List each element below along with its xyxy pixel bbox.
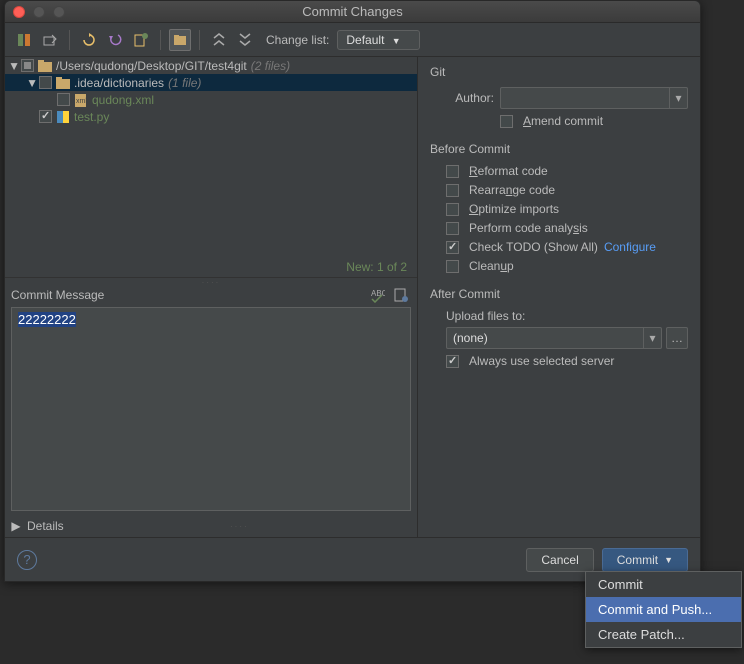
commit-dropdown: Commit Commit and Push... Create Patch..… bbox=[585, 571, 742, 648]
commit-label: Commit bbox=[617, 553, 658, 567]
tree-dir-path: .idea/dictionaries bbox=[74, 76, 164, 90]
dropdown-commit[interactable]: Commit bbox=[586, 572, 741, 597]
upload-label: Upload files to: bbox=[446, 309, 525, 323]
checkbox[interactable] bbox=[39, 76, 52, 89]
rearrange-checkbox[interactable] bbox=[446, 184, 459, 197]
always-server-checkbox[interactable] bbox=[446, 355, 459, 368]
upload-server-combo[interactable]: (none) ▾ bbox=[446, 327, 662, 349]
chevron-down-icon[interactable]: ▾ bbox=[643, 328, 661, 348]
expand-all-icon[interactable] bbox=[208, 29, 230, 51]
analysis-label: Perform code analysis bbox=[469, 221, 588, 235]
amend-label: Amend commit bbox=[523, 114, 603, 128]
new-files-status: New: 1 of 2 bbox=[5, 257, 417, 277]
file-tree[interactable]: ▼ /Users/qudong/Desktop/GIT/test4git (2 … bbox=[5, 57, 417, 257]
cancel-button[interactable]: Cancel bbox=[526, 548, 593, 572]
details-label[interactable]: Details bbox=[27, 519, 64, 533]
folder-icon bbox=[38, 59, 52, 73]
titlebar: Commit Changes bbox=[5, 1, 700, 23]
caret-down-icon: ▼ bbox=[664, 555, 673, 565]
tree-file-name: qudong.xml bbox=[92, 93, 154, 107]
reformat-label: Reformat code bbox=[469, 164, 548, 178]
tree-dir-row[interactable]: ▼ .idea/dictionaries (1 file) bbox=[5, 74, 417, 91]
chevron-down-icon[interactable]: ▾ bbox=[669, 88, 687, 108]
always-server-label: Always use selected server bbox=[469, 354, 614, 368]
author-combo[interactable]: ▾ bbox=[500, 87, 688, 109]
amend-checkbox[interactable] bbox=[500, 115, 513, 128]
cleanup-checkbox[interactable] bbox=[446, 260, 459, 273]
commit-button[interactable]: Commit ▼ bbox=[602, 548, 688, 572]
cancel-label: Cancel bbox=[541, 553, 578, 567]
show-diff-icon[interactable] bbox=[13, 29, 35, 51]
author-label: Author: bbox=[446, 91, 494, 105]
tree-file-name: test.py bbox=[74, 110, 109, 124]
python-file-icon bbox=[56, 110, 70, 124]
new-changelist-icon[interactable] bbox=[130, 29, 152, 51]
window-title: Commit Changes bbox=[5, 4, 700, 19]
grip-icon: ···· bbox=[68, 522, 411, 531]
xml-file-icon: xml bbox=[74, 93, 88, 107]
before-commit-section-title: Before Commit bbox=[430, 142, 688, 156]
svg-text:xml: xml bbox=[76, 98, 87, 105]
configure-link[interactable]: Configure bbox=[604, 240, 656, 254]
commit-message-text: 22222222 bbox=[18, 312, 76, 327]
group-by-directory-icon[interactable] bbox=[169, 29, 191, 51]
changelist-value: Default bbox=[346, 33, 384, 47]
collapse-all-icon[interactable] bbox=[234, 29, 256, 51]
changelist-select[interactable]: Default ▼ bbox=[337, 30, 419, 50]
tree-root-count: (2 files) bbox=[251, 59, 290, 73]
svg-text:ABC: ABC bbox=[371, 289, 385, 298]
help-button[interactable]: ? bbox=[17, 550, 37, 570]
todo-checkbox[interactable] bbox=[446, 241, 459, 254]
after-commit-section-title: After Commit bbox=[430, 287, 688, 301]
checkbox[interactable] bbox=[21, 59, 34, 72]
checkbox[interactable] bbox=[57, 93, 70, 106]
git-section-title: Git bbox=[430, 65, 688, 79]
spellcheck-icon[interactable]: ABC bbox=[367, 285, 387, 305]
commit-message-label: Commit Message bbox=[11, 288, 104, 302]
refresh-icon[interactable] bbox=[78, 29, 100, 51]
changelist-label: Change list: bbox=[266, 33, 329, 47]
move-to-changelist-icon[interactable] bbox=[39, 29, 61, 51]
analysis-checkbox[interactable] bbox=[446, 222, 459, 235]
todo-label: Check TODO (Show All) bbox=[469, 240, 598, 254]
dropdown-commit-push[interactable]: Commit and Push... bbox=[586, 597, 741, 622]
details-expand-icon[interactable]: ▶ bbox=[11, 521, 21, 531]
tree-dir-count: (1 file) bbox=[168, 76, 201, 90]
checkbox[interactable] bbox=[39, 110, 52, 123]
rearrange-label: Rearrange code bbox=[469, 183, 555, 197]
optimize-checkbox[interactable] bbox=[446, 203, 459, 216]
reformat-checkbox[interactable] bbox=[446, 165, 459, 178]
upload-server-value: (none) bbox=[447, 331, 643, 345]
history-icon[interactable] bbox=[391, 285, 411, 305]
tree-root-row[interactable]: ▼ /Users/qudong/Desktop/GIT/test4git (2 … bbox=[5, 57, 417, 74]
expand-triangle-icon[interactable]: ▼ bbox=[27, 78, 37, 88]
tree-file-row[interactable]: ▼ test.py bbox=[5, 108, 417, 125]
commit-message-input[interactable]: 22222222 bbox=[11, 307, 411, 511]
toolbar: Change list: Default ▼ bbox=[5, 23, 700, 57]
browse-button[interactable]: … bbox=[666, 327, 688, 349]
cleanup-label: Cleanup bbox=[469, 259, 514, 273]
tree-root-path: /Users/qudong/Desktop/GIT/test4git bbox=[56, 59, 247, 73]
revert-icon[interactable] bbox=[104, 29, 126, 51]
folder-icon bbox=[56, 76, 70, 90]
tree-file-row[interactable]: xml qudong.xml bbox=[5, 91, 417, 108]
dropdown-create-patch[interactable]: Create Patch... bbox=[586, 622, 741, 647]
optimize-label: Optimize imports bbox=[469, 202, 559, 216]
expand-triangle-icon[interactable]: ▼ bbox=[9, 61, 19, 71]
